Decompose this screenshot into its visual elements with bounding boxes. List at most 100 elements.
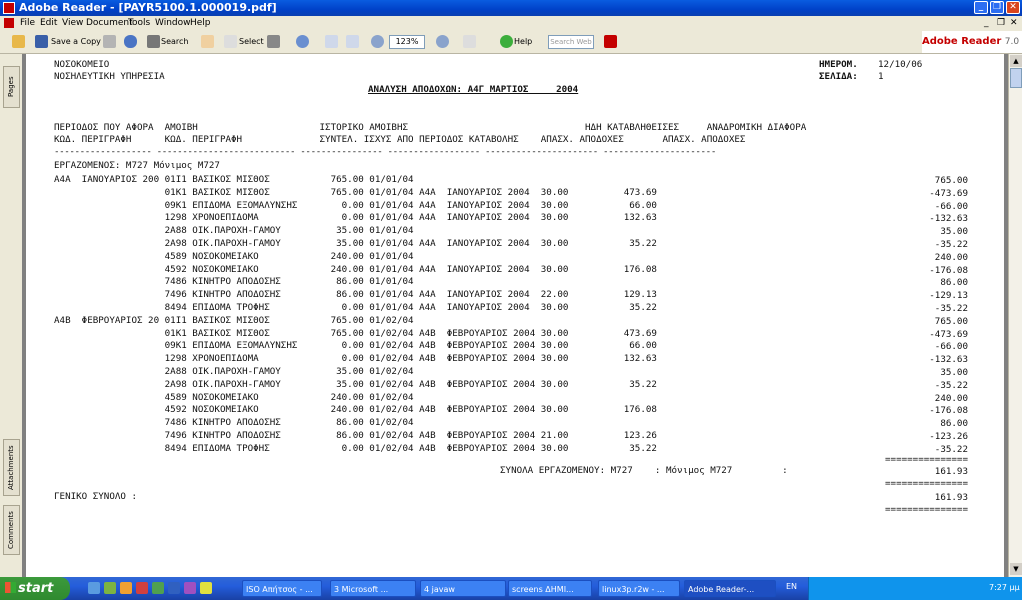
quicklaunch-excel-icon[interactable] xyxy=(152,582,164,594)
window-title: Adobe Reader - [PAYR5100.1.000019.pdf] xyxy=(19,1,277,14)
rotate-icon[interactable] xyxy=(463,35,476,48)
report-title: ΑΝΑΛΥΣΗ ΑΠΟΔΟΧΩΝ: Α4Γ ΜΑΡΤΙΟΣ 2004 xyxy=(368,84,579,95)
save-copy-icon[interactable] xyxy=(35,35,48,48)
clock[interactable]: 7:27 μμ xyxy=(989,583,1020,592)
menu-document[interactable]: Document xyxy=(86,18,133,28)
retroactive-difference-value: -35.22 xyxy=(934,303,968,314)
snapshot-icon[interactable] xyxy=(267,35,280,48)
scroll-up-button[interactable]: ▲ xyxy=(1010,55,1022,67)
scroll-thumb[interactable] xyxy=(1010,68,1022,88)
date-value: 12/10/06 xyxy=(878,59,923,70)
vertical-scrollbar[interactable]: ▲ ▼ xyxy=(1008,54,1022,577)
menu-window[interactable]: Window xyxy=(155,18,191,28)
retroactive-difference-value: 35.00 xyxy=(940,367,968,378)
help-button[interactable]: Help xyxy=(514,34,532,49)
doc-restore-button[interactable]: ❐ xyxy=(997,18,1005,28)
retroactive-difference-value: -132.63 xyxy=(929,213,968,225)
retroactive-difference-value: -132.63 xyxy=(929,354,968,366)
quicklaunch-word-icon[interactable] xyxy=(168,582,180,594)
quicklaunch-media-icon[interactable] xyxy=(184,582,196,594)
retroactive-difference-value: -176.08 xyxy=(929,264,968,276)
retroactive-difference-value: -35.22 xyxy=(934,239,968,250)
select-tool-icon[interactable] xyxy=(224,35,237,48)
save-copy-button[interactable]: Save a Copy xyxy=(51,34,101,49)
adobe-reader-brand: Adobe Reader 7.0 xyxy=(922,31,1022,53)
taskbar-item-linux[interactable]: linux3p.r2w - ... xyxy=(598,580,680,597)
close-button[interactable]: ✕ xyxy=(1006,1,1020,14)
org-department: ΝΟΣΗΛΕΥΤΙΚΗ ΥΠΗΡΕΣΙΑ xyxy=(54,71,165,82)
table-row: 8494 ΕΠΙΔΟΜΑ ΤΡΟΦΗΣ 0.00 01/02/04 Α4Β ΦΕ… xyxy=(54,442,657,454)
retroactive-difference-value: -129.13 xyxy=(929,290,968,302)
column-header-1: ΠΕΡΙΟΔΟΣ ΠΟΥ ΑΦΟΡΑ ΑΜΟΙΒΗ ΙΣΤΟΡΙΚΟ ΑΜΟΙΒ… xyxy=(54,122,807,133)
retroactive-difference-value: -66.00 xyxy=(934,341,968,353)
open-icon[interactable] xyxy=(12,35,25,48)
menu-file[interactable]: File xyxy=(20,18,35,28)
search-button[interactable]: Search xyxy=(161,34,188,49)
maximize-button[interactable]: ❐ xyxy=(990,1,1004,14)
yahoo-icon[interactable] xyxy=(604,35,617,48)
subtotal-rule: =============== xyxy=(885,454,968,465)
page-number-label: ΣΕΛΙΔΑ: xyxy=(819,71,858,82)
retroactive-difference-value: 765.00 xyxy=(934,315,968,327)
retroactive-difference-value: 86.00 xyxy=(940,418,968,430)
retroactive-difference-value: 86.00 xyxy=(940,277,968,289)
menu-tools[interactable]: Tools xyxy=(128,18,150,28)
document-area[interactable]: ΝΟΣΟΚΟΜΕΙΟ ΝΟΣΗΛΕΥΤΙΚΗ ΥΠΗΡΕΣΙΑ ΗΜΕΡΟΜ. … xyxy=(22,54,1008,577)
zoom-out-icon[interactable] xyxy=(371,35,384,48)
table-row: 4589 ΝΟΣΟΚΟΜΕΙΑΚΟ 240.00 01/01/04 xyxy=(54,250,414,262)
search-icon[interactable] xyxy=(147,35,160,48)
taskbar-item-javaw[interactable]: 4 javaw xyxy=(420,580,506,597)
actual-size-icon[interactable] xyxy=(325,35,338,48)
quicklaunch-app-icon[interactable] xyxy=(136,582,148,594)
retroactive-difference-value: -176.08 xyxy=(929,405,968,417)
subtotal-value: 161.93 xyxy=(934,466,968,477)
zoom-level-field[interactable]: 123% xyxy=(389,35,425,49)
language-indicator[interactable]: EN xyxy=(786,582,797,591)
quicklaunch-outlook-icon[interactable] xyxy=(120,582,132,594)
fit-width-icon[interactable] xyxy=(346,35,359,48)
zoom-icon[interactable] xyxy=(296,35,309,48)
doc-close-button[interactable]: ✕ xyxy=(1010,18,1018,28)
table-row: 2Α88 ΟΙΚ.ΠΑΡΟΧΗ-ΓΑΜΟΥ 35.00 01/02/04 xyxy=(54,366,414,377)
hand-tool-icon[interactable] xyxy=(201,35,214,48)
table-row: 1298 ΧΡΟΝΟΕΠΙΔΟΜΑ 0.00 01/01/04 Α4Α ΙΑΝΟ… xyxy=(54,212,657,224)
table-row: 4592 ΝΟΣΟΚΟΜΕΙΑΚΟ 240.00 01/01/04 Α4Α ΙΑ… xyxy=(54,263,657,275)
start-button[interactable]: start xyxy=(0,577,70,600)
quicklaunch-ie-icon[interactable] xyxy=(88,582,100,594)
quicklaunch-desktop-icon[interactable] xyxy=(104,582,116,594)
email-icon[interactable] xyxy=(124,35,137,48)
tab-comments[interactable]: Comments xyxy=(3,505,20,555)
pdf-page: ΝΟΣΟΚΟΜΕΙΟ ΝΟΣΗΛΕΥΤΙΚΗ ΥΠΗΡΕΣΙΑ ΗΜΕΡΟΜ. … xyxy=(26,54,1004,577)
adobe-reader-icon xyxy=(3,2,15,14)
taskbar-item-adobe-reader[interactable]: Adobe Reader-... xyxy=(684,580,776,597)
search-web-input[interactable]: Search Web xyxy=(548,35,594,49)
menu-view[interactable]: View xyxy=(62,18,83,28)
taskbar-item-screens[interactable]: screens ΔΗΜΙ... xyxy=(508,580,592,597)
menu-edit[interactable]: Edit xyxy=(40,18,57,28)
toolbar: Save a Copy Search Select 123% Help Sear… xyxy=(0,30,1022,54)
retroactive-difference-value: 240.00 xyxy=(934,392,968,404)
doc-minimize-button[interactable]: _ xyxy=(984,18,989,28)
select-tool-button[interactable]: Select xyxy=(239,34,264,49)
minimize-button[interactable]: _ xyxy=(974,1,988,14)
subtotal-rule-2: =============== xyxy=(885,478,968,489)
table-row: 01Κ1 ΒΑΣΙΚΟΣ ΜΙΣΘΟΣ 765.00 01/01/04 Α4Α … xyxy=(54,186,657,198)
tab-attachments[interactable]: Attachments xyxy=(3,439,20,496)
scroll-down-button[interactable]: ▼ xyxy=(1010,563,1022,575)
quicklaunch-folder-icon[interactable] xyxy=(200,582,212,594)
retroactive-difference-value: 765.00 xyxy=(934,175,968,186)
window-titlebar[interactable]: Adobe Reader - [PAYR5100.1.000019.pdf] _… xyxy=(0,0,1022,16)
zoom-in-icon[interactable] xyxy=(436,35,449,48)
menu-help[interactable]: Help xyxy=(190,18,211,28)
taskbar-item-iso[interactable]: ISO Απήτσος - ... xyxy=(242,580,322,597)
print-icon[interactable] xyxy=(103,35,116,48)
help-icon[interactable] xyxy=(500,35,513,48)
table-row: 7496 ΚΙΝΗΤΡΟ ΑΠΟΔΟΣΗΣ 86.00 01/02/04 Α4Β… xyxy=(54,430,657,441)
table-row: Α4Α ΙΑΝΟΥΑΡΙΟΣ 200 01Ι1 ΒΑΣΙΚΟΣ ΜΙΣΘΟΣ 7… xyxy=(54,174,414,185)
table-row: 2Α98 ΟΙΚ.ΠΑΡΟΧΗ-ΓΑΜΟΥ 35.00 01/02/04 Α4Β… xyxy=(54,378,657,390)
tab-pages[interactable]: Pages xyxy=(3,66,20,108)
taskbar-item-microsoft[interactable]: 3 Microsoft ... xyxy=(330,580,416,597)
document-icon xyxy=(4,18,14,28)
grand-total-rule: =============== xyxy=(885,504,968,515)
table-row: 2Α98 ΟΙΚ.ΠΑΡΟΧΗ-ΓΑΜΟΥ 35.00 01/01/04 Α4Α… xyxy=(54,238,657,249)
